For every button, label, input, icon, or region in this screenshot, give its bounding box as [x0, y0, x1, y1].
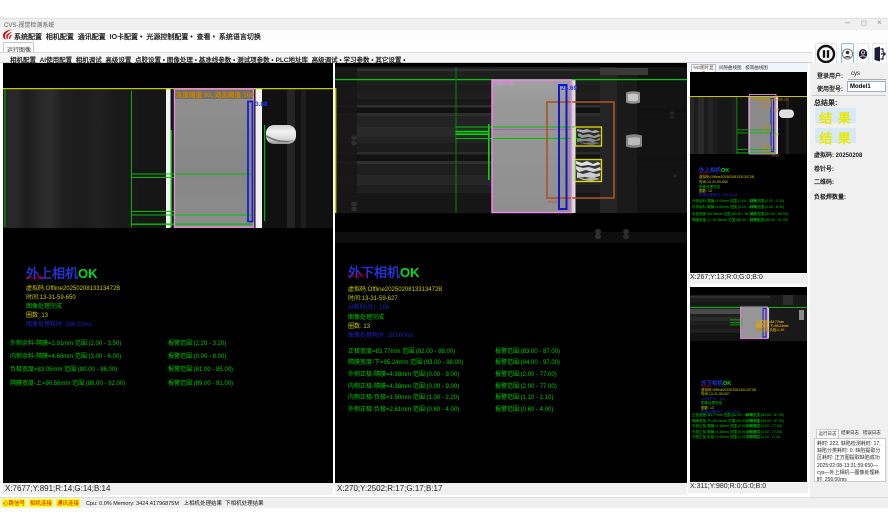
svg-text:NG:0: NG:0 [548, 199, 558, 204]
svg-text:12.04: 12.04 [772, 154, 780, 158]
svg-text:12.04: 12.04 [772, 133, 780, 137]
svg-text:灰度阈值:93, 动态阈值:100: 灰度阈值:93, 动态阈值:100 [753, 97, 789, 102]
svg-text:23.69: 23.69 [561, 85, 578, 92]
svg-text:3.88: 3.88 [255, 101, 268, 108]
svg-text:AI检测框: AI检测框 [494, 80, 514, 87]
svg-text:内侧正极-负极=1.90: 内侧正极-负极=1.90 [756, 327, 784, 332]
svg-text:12.04: 12.04 [772, 108, 780, 112]
svg-text:灰度阈值:93, 动态阈值:100: 灰度阈值:93, 动态阈值:100 [176, 90, 254, 99]
